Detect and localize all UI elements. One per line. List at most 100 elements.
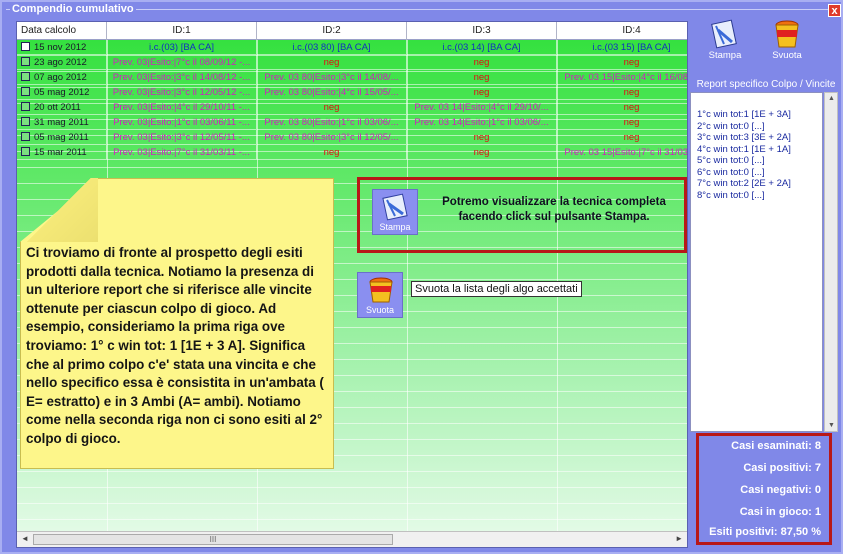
report-item[interactable]: 4°c win tot:1 [1E + 1A] [697, 144, 791, 156]
result-cell: neg [557, 85, 687, 99]
svuota-label: Svuota [772, 50, 802, 61]
stat-casi-negativi: Casi negativi: 0 [740, 484, 821, 496]
svuota-button[interactable]: Svuota [764, 18, 810, 64]
result-cell: i.c.(03 15) [BA CA] [557, 40, 687, 54]
result-cell: Prev. 03 80|Esito:|3°c il 14/08/... [257, 70, 407, 84]
stat-casi-esaminati: Casi esaminati: 8 [731, 440, 821, 452]
row-checkbox[interactable] [21, 42, 30, 51]
date-cell: 05 mag 2012 [17, 85, 107, 99]
stats-box: Casi esaminati: 8 Casi positivi: 7 Casi … [696, 433, 832, 545]
column-header[interactable]: Data calcolo [17, 22, 107, 40]
result-cell: neg [257, 55, 407, 69]
window-title: Compendio cumulativo [10, 2, 136, 16]
date-cell: 31 mag 2011 [17, 115, 107, 129]
row-checkbox[interactable] [21, 57, 30, 66]
printer-icon [711, 19, 737, 49]
column-header[interactable]: ID:4 [557, 22, 687, 40]
report-item[interactable]: 3°c win tot:3 [3E + 2A] [697, 132, 791, 144]
table-row[interactable]: 15 mar 2011 Prev. 03|Esito:|7°c il 31/03/… [17, 145, 687, 160]
callout-text: Potremo visualizzare la tecnica completa… [442, 196, 666, 223]
date-label: 20 ott 2011 [34, 102, 81, 113]
result-cell: neg [257, 145, 407, 159]
row-checkbox[interactable] [21, 132, 30, 141]
result-cell: neg [407, 145, 557, 159]
report-item[interactable]: 5°c win tot:0 [...] [697, 155, 791, 167]
result-cell: Prev. 03 80|Esito:|1°c il 03/06/... [257, 115, 407, 129]
result-cell: neg [407, 55, 557, 69]
callout-stampa-button[interactable]: Stampa [372, 189, 418, 235]
stampa-label: Stampa [708, 50, 742, 61]
close-button[interactable]: x [828, 4, 841, 17]
table-row[interactable]: 07 ago 2012 Prev. 03|Esito:|3°c il 14/08/… [17, 70, 687, 85]
title-bar: Compendio cumulativo [4, 2, 839, 18]
result-cell: neg [407, 85, 557, 99]
date-label: 31 mag 2011 [34, 117, 89, 128]
report-item[interactable]: 2°c win tot:0 [...] [697, 121, 791, 133]
date-cell: 15 mar 2011 [17, 145, 107, 159]
scroll-left-icon[interactable]: ◄ [21, 534, 29, 543]
report-panel-title: Report specifico Colpo / Vincite [696, 79, 836, 90]
report-vertical-scrollbar[interactable]: ▲ ▼ [824, 92, 838, 432]
grid-rows: 15 nov 2012 i.c.(03) [BA CA] i.c.(03 80) [… [17, 40, 687, 160]
result-cell: neg [557, 115, 687, 129]
date-cell: 20 ott 2011 [17, 100, 107, 114]
result-cell: i.c.(03 14) [BA CA] [407, 40, 557, 54]
date-label: 15 nov 2012 [34, 42, 87, 53]
table-row[interactable]: 20 ott 2011 Prev. 03|Esito:|4°c il 29/10/… [17, 100, 687, 115]
callout-svuota-button[interactable]: Svuota [357, 272, 403, 318]
report-list[interactable]: 1°c win tot:1 [1E + 3A] 2°c win tot:0 [..… [690, 92, 823, 432]
result-cell: Prev. 03|Esito:|7°c il 31/03/11 -... [107, 145, 257, 159]
report-items: 1°c win tot:1 [1E + 3A] 2°c win tot:0 [..… [697, 109, 791, 201]
date-cell: 23 ago 2012 [17, 55, 107, 69]
column-header[interactable]: ID:1 [107, 22, 257, 40]
result-cell: neg [557, 130, 687, 144]
result-cell: neg [557, 100, 687, 114]
table-row[interactable]: 05 mag 2011 Prev. 03|Esito:|3°c il 12/05/… [17, 130, 687, 145]
horizontal-scrollbar[interactable]: ◄ III ► [17, 531, 687, 547]
report-item[interactable]: 8°c win tot:0 [...] [697, 190, 791, 202]
report-item[interactable]: 1°c win tot:1 [1E + 3A] [697, 109, 791, 121]
result-cell: Prev. 03 15|Esito:|4°c il 16/08/... [557, 70, 687, 84]
column-header[interactable]: ID:3 [407, 22, 557, 40]
row-checkbox[interactable] [21, 117, 30, 126]
row-checkbox[interactable] [21, 72, 30, 81]
result-cell: Prev. 03 14|Esito:|4°c il 29/10/... [407, 100, 557, 114]
result-cell: Prev. 03 14|Esito:|1°c il 03/06/... [407, 115, 557, 129]
table-row[interactable]: 31 mag 2011 Prev. 03|Esito:|1°c il 03/06/… [17, 115, 687, 130]
date-label: 07 ago 2012 [34, 72, 87, 83]
date-label: 05 mag 2012 [34, 87, 90, 98]
scroll-down-icon[interactable]: ▼ [828, 422, 835, 429]
printer-icon [382, 193, 408, 221]
result-cell: neg [407, 130, 557, 144]
date-cell: 07 ago 2012 [17, 70, 107, 84]
table-row[interactable]: 05 mag 2012 Prev. 03|Esito:|3°c il 12/05/… [17, 85, 687, 100]
report-item[interactable]: 6°c win tot:0 [...] [697, 167, 791, 179]
scroll-up-icon[interactable]: ▲ [828, 95, 835, 102]
date-label: 15 mar 2011 [34, 147, 87, 158]
result-cell: neg [407, 70, 557, 84]
table-row[interactable]: 23 ago 2012 Prev. 03|Esito:|7°c il 08/09/… [17, 55, 687, 70]
row-checkbox[interactable] [21, 87, 30, 96]
report-item[interactable]: 7°c win tot:2 [2E + 2A] [697, 178, 791, 190]
table-row[interactable]: 15 nov 2012 i.c.(03) [BA CA] i.c.(03 80) [… [17, 40, 687, 55]
result-cell: Prev. 03|Esito:|3°c il 14/08/12 -... [107, 70, 257, 84]
trash-bucket-icon [369, 277, 393, 303]
callout-stampa-label: Stampa [379, 222, 411, 232]
column-header[interactable]: ID:2 [257, 22, 407, 40]
stat-casi-in-gioco: Casi in gioco: 1 [739, 506, 821, 518]
scroll-thumb[interactable]: III [33, 534, 393, 545]
stat-esiti-positivi: Esiti positivi: 87,50 % [709, 526, 821, 538]
callout-svuota-label: Svuota [365, 305, 395, 315]
result-cell: Prev. 03|Esito:|1°c il 03/06/11 -... [107, 115, 257, 129]
date-cell: 15 nov 2012 [17, 40, 107, 54]
date-label: 05 mag 2011 [34, 132, 89, 143]
result-cell: Prev. 03|Esito:|3°c il 12/05/11 -... [107, 130, 257, 144]
grid-header: Data calcolo ID:1 ID:2 ID:3 ID:4 [17, 22, 687, 40]
stampa-button[interactable]: Stampa [702, 18, 748, 64]
sticky-note: Ci troviamo di fronte al prospetto degli… [20, 178, 334, 469]
result-cell: Prev. 03 80|Esito:|3°c il 12/05/... [257, 130, 407, 144]
result-cell: Prev. 03 80|Esito:|4°c il 15/05/... [257, 85, 407, 99]
row-checkbox[interactable] [21, 102, 30, 111]
row-checkbox[interactable] [21, 147, 30, 156]
scroll-right-icon[interactable]: ► [675, 534, 683, 543]
